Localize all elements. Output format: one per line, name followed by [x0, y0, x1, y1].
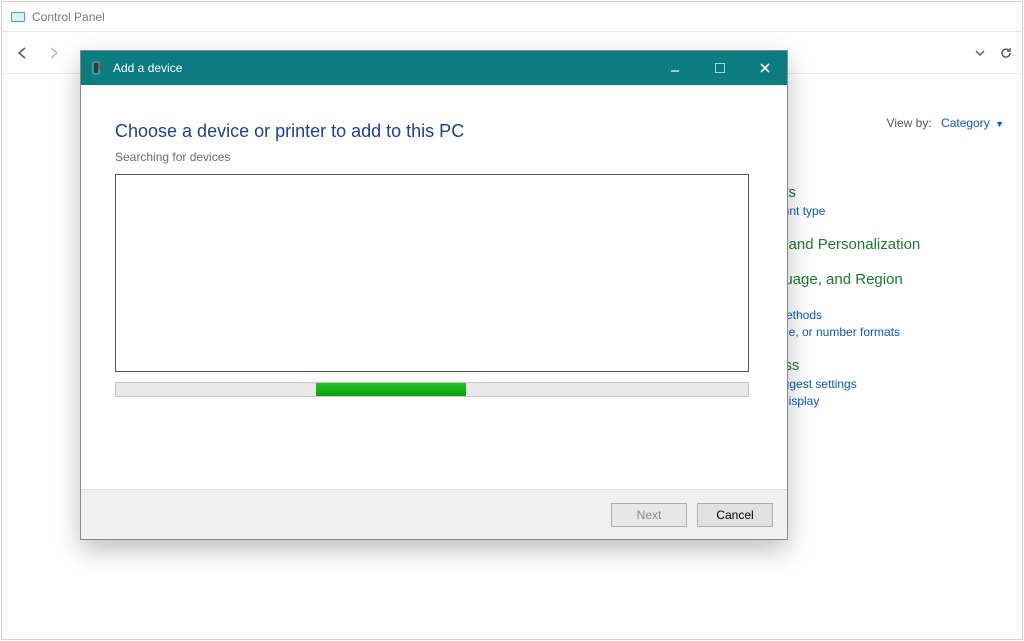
add-device-dialog: Add a device Choose a device or printer … [80, 50, 788, 540]
category-link[interactable]: e [776, 291, 1006, 305]
control-panel-icon [10, 9, 26, 25]
view-by-control[interactable]: View by: Category ▼ [887, 116, 1004, 130]
chevron-down-icon: ▼ [995, 119, 1004, 129]
category-title[interactable]: ess [776, 357, 1006, 374]
close-button[interactable] [742, 51, 787, 85]
nav-back-button[interactable] [8, 38, 38, 68]
dialog-content: Choose a device or printer to add to thi… [81, 85, 787, 489]
dialog-status-text: Searching for devices [115, 150, 753, 164]
cancel-button[interactable]: Cancel [697, 503, 773, 527]
category-link[interactable]: ount type [776, 204, 1006, 218]
category-link[interactable]: ime, or number formats [776, 325, 1006, 339]
nav-forward-button[interactable] [38, 38, 68, 68]
minimize-button[interactable] [652, 51, 697, 85]
maximize-button[interactable] [697, 51, 742, 85]
progress-bar-fill [316, 383, 466, 396]
device-icon [89, 60, 105, 76]
dialog-footer: Next Cancel [81, 489, 787, 539]
category-title[interactable]: guage, and Region [776, 271, 1006, 288]
dialog-titlebar[interactable]: Add a device [81, 51, 787, 85]
category-link[interactable]: methods [776, 308, 1006, 322]
category-title[interactable]: nts [776, 184, 1006, 201]
address-history-button[interactable] [970, 43, 990, 63]
view-by-value[interactable]: Category [941, 116, 990, 130]
search-progress [115, 382, 749, 397]
category-title[interactable]: e and Personalization [776, 236, 1006, 253]
category-column: nts ount type e and Personalization guag… [776, 166, 1006, 411]
category-link[interactable]: uggest settings [776, 377, 1006, 391]
category-link[interactable]: l display [776, 394, 1006, 408]
next-button: Next [611, 503, 687, 527]
window-buttons [652, 51, 787, 85]
window-title: Control Panel [32, 10, 105, 24]
device-list[interactable] [115, 174, 749, 372]
dialog-title: Add a device [113, 61, 182, 75]
window-titlebar[interactable]: Control Panel [2, 2, 1022, 32]
view-by-label: View by: [887, 116, 932, 130]
refresh-button[interactable] [996, 43, 1016, 63]
dialog-heading: Choose a device or printer to add to thi… [115, 121, 753, 142]
